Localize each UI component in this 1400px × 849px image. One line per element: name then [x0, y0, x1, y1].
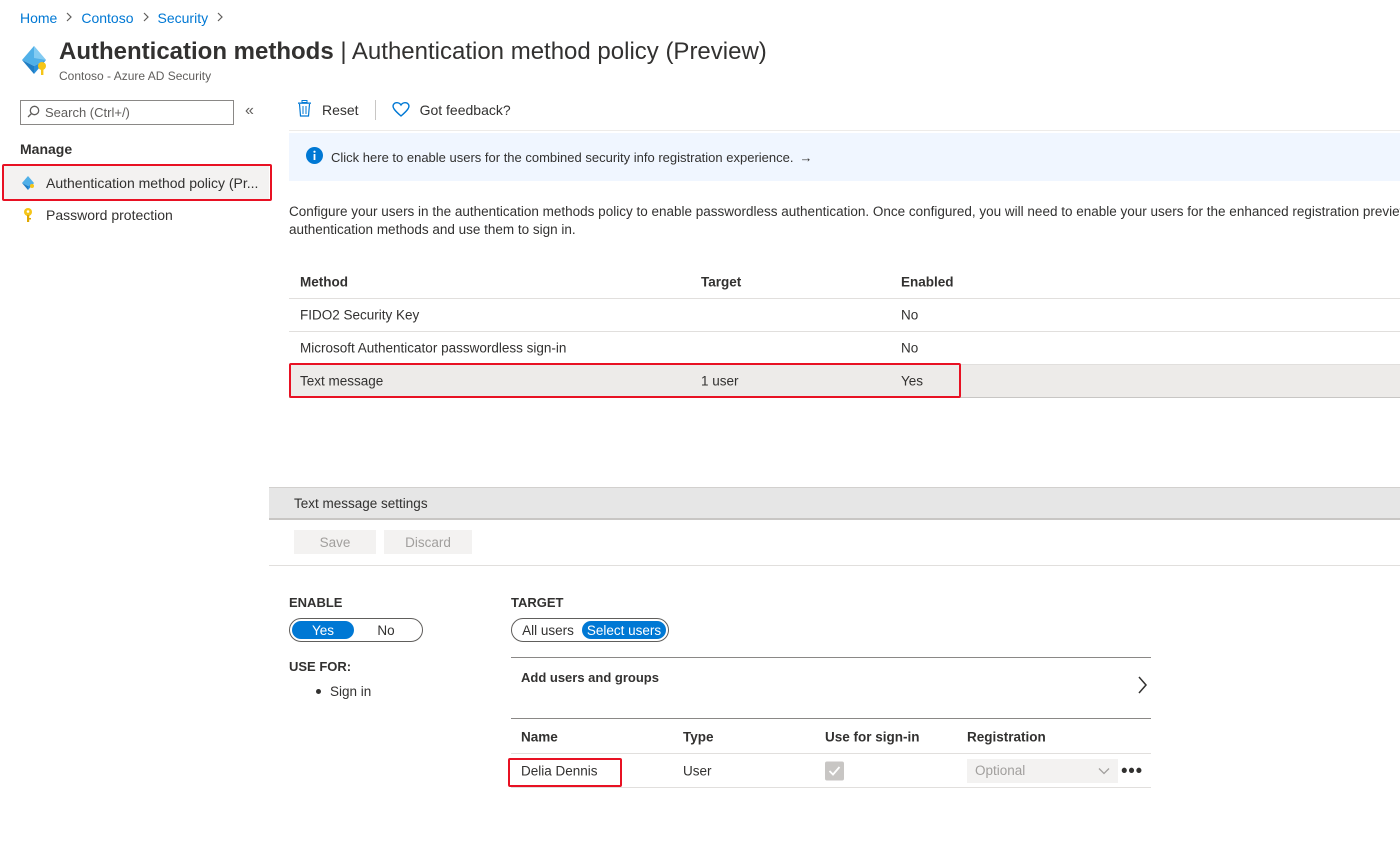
- chevron-right-icon: [1137, 676, 1147, 697]
- method-name: Microsoft Authenticator passwordless sig…: [300, 340, 567, 356]
- reset-label: Reset: [322, 102, 359, 118]
- sidebar-item-auth-method-policy[interactable]: Authentication method policy (Pr...: [4, 166, 269, 200]
- description-line-1: Configure your users in the authenticati…: [289, 204, 1400, 219]
- info-banner-text: Click here to enable users for the combi…: [331, 149, 794, 165]
- column-header-method: Method: [300, 274, 348, 289]
- methods-table: Method Target Enabled FIDO2 Security Key…: [289, 265, 1400, 398]
- target-all-users-option[interactable]: All users: [514, 621, 582, 639]
- search-input[interactable]: [45, 105, 225, 120]
- chevron-right-icon: [142, 11, 150, 25]
- user-type: User: [683, 763, 712, 778]
- registration-value: Optional: [975, 763, 1026, 778]
- breadcrumb-home-link[interactable]: Home: [20, 10, 57, 26]
- breadcrumb-security-link[interactable]: Security: [158, 10, 209, 26]
- column-header-registration: Registration: [967, 729, 1046, 744]
- description-line-2: authentication methods and use them to s…: [289, 222, 576, 237]
- settings-panel-header: Text message settings: [269, 487, 1400, 520]
- discard-button[interactable]: Discard: [384, 530, 472, 554]
- methods-table-header: Method Target Enabled: [289, 265, 1400, 299]
- reset-button[interactable]: Reset: [297, 100, 359, 120]
- feedback-label: Got feedback?: [419, 102, 511, 118]
- sidebar-search[interactable]: [20, 100, 234, 125]
- page-title-main: Authentication methods: [59, 38, 334, 65]
- info-banner[interactable]: Click here to enable users for the combi…: [289, 133, 1400, 181]
- column-header-enabled: Enabled: [901, 274, 954, 289]
- method-target: 1 user: [701, 373, 739, 389]
- users-table-header: Name Type Use for sign-in Registration: [511, 720, 1151, 754]
- target-toggle[interactable]: All users Select users: [511, 618, 669, 642]
- toolbar: Reset Got feedback?: [297, 100, 511, 120]
- auth-method-icon: [20, 175, 36, 191]
- method-enabled: No: [901, 307, 919, 323]
- policy-description: Configure your users in the authenticati…: [289, 203, 1400, 239]
- enable-toggle[interactable]: Yes No: [289, 618, 423, 642]
- breadcrumb-contoso-link[interactable]: Contoso: [81, 10, 133, 26]
- feedback-button[interactable]: Got feedback?: [391, 101, 511, 120]
- users-table: Name Type Use for sign-in Registration D…: [511, 720, 1151, 788]
- breadcrumb: Home Contoso Security: [20, 10, 232, 26]
- sidebar-item-password-protection[interactable]: Password protection: [4, 198, 269, 232]
- table-row[interactable]: FIDO2 Security Key No: [289, 299, 1400, 332]
- use-for-label: USE FOR:: [289, 659, 352, 674]
- enable-label: ENABLE: [289, 595, 343, 610]
- chevron-right-icon: [65, 11, 73, 25]
- arrow-right-icon: →: [799, 149, 813, 165]
- info-icon: [306, 147, 323, 167]
- toolbar-divider: [374, 100, 376, 120]
- toolbar-divider-line: [289, 130, 1400, 131]
- settings-panel-title: Text message settings: [294, 495, 428, 511]
- enable-yes-option[interactable]: Yes: [292, 621, 354, 639]
- use-for-item-label: Sign in: [330, 684, 372, 699]
- column-header-name: Name: [521, 729, 558, 744]
- target-label: TARGET: [511, 595, 564, 610]
- page-title: Authentication methods | Authentication …: [59, 38, 767, 66]
- column-header-use-for-signin: Use for sign-in: [825, 729, 920, 744]
- column-header-target: Target: [701, 274, 742, 289]
- save-button[interactable]: Save: [294, 530, 376, 554]
- registration-select: Optional: [967, 758, 1118, 783]
- user-name: Delia Dennis: [521, 763, 598, 778]
- panel-divider: [269, 565, 1400, 566]
- enable-no-option[interactable]: No: [354, 621, 418, 639]
- heart-icon: [391, 101, 410, 120]
- registration-dropdown[interactable]: Optional: [967, 758, 1118, 783]
- sidebar-item-label: Authentication method policy (Pr...: [46, 175, 259, 191]
- page-subtitle: Contoso - Azure AD Security: [59, 69, 212, 83]
- more-options-button[interactable]: •••: [1121, 760, 1143, 781]
- use-for-signin-checkbox[interactable]: [825, 761, 844, 780]
- method-enabled: No: [901, 340, 919, 356]
- target-select-users-option[interactable]: Select users: [582, 621, 666, 639]
- chevron-right-icon: [216, 11, 224, 25]
- add-users-label: Add users and groups: [521, 670, 659, 685]
- checkbox: [825, 761, 844, 780]
- sidebar-item-label: Password protection: [46, 207, 173, 223]
- table-row: Delia Dennis User Optional •••: [511, 754, 1151, 788]
- table-row-selected[interactable]: Text message 1 user Yes: [289, 365, 1400, 398]
- table-row[interactable]: Microsoft Authenticator passwordless sig…: [289, 332, 1400, 365]
- search-icon: [27, 105, 40, 121]
- chevron-down-icon: [1098, 767, 1110, 774]
- column-header-type: Type: [683, 729, 714, 744]
- method-enabled: Yes: [901, 373, 924, 389]
- key-icon: [20, 207, 36, 223]
- trash-icon: [297, 100, 312, 120]
- checkmark-icon: [828, 765, 841, 776]
- manage-section-label: Manage: [20, 141, 73, 157]
- collapse-sidebar-button[interactable]: «: [245, 102, 254, 120]
- use-for-item: Sign in: [316, 684, 371, 699]
- auth-methods-icon: [18, 44, 50, 76]
- method-name: Text message: [300, 373, 384, 389]
- bullet-icon: [316, 689, 321, 694]
- add-users-and-groups[interactable]: Add users and groups: [511, 657, 1151, 719]
- method-name: FIDO2 Security Key: [300, 307, 420, 323]
- page-title-rest: | Authentication method policy (Preview): [333, 38, 767, 65]
